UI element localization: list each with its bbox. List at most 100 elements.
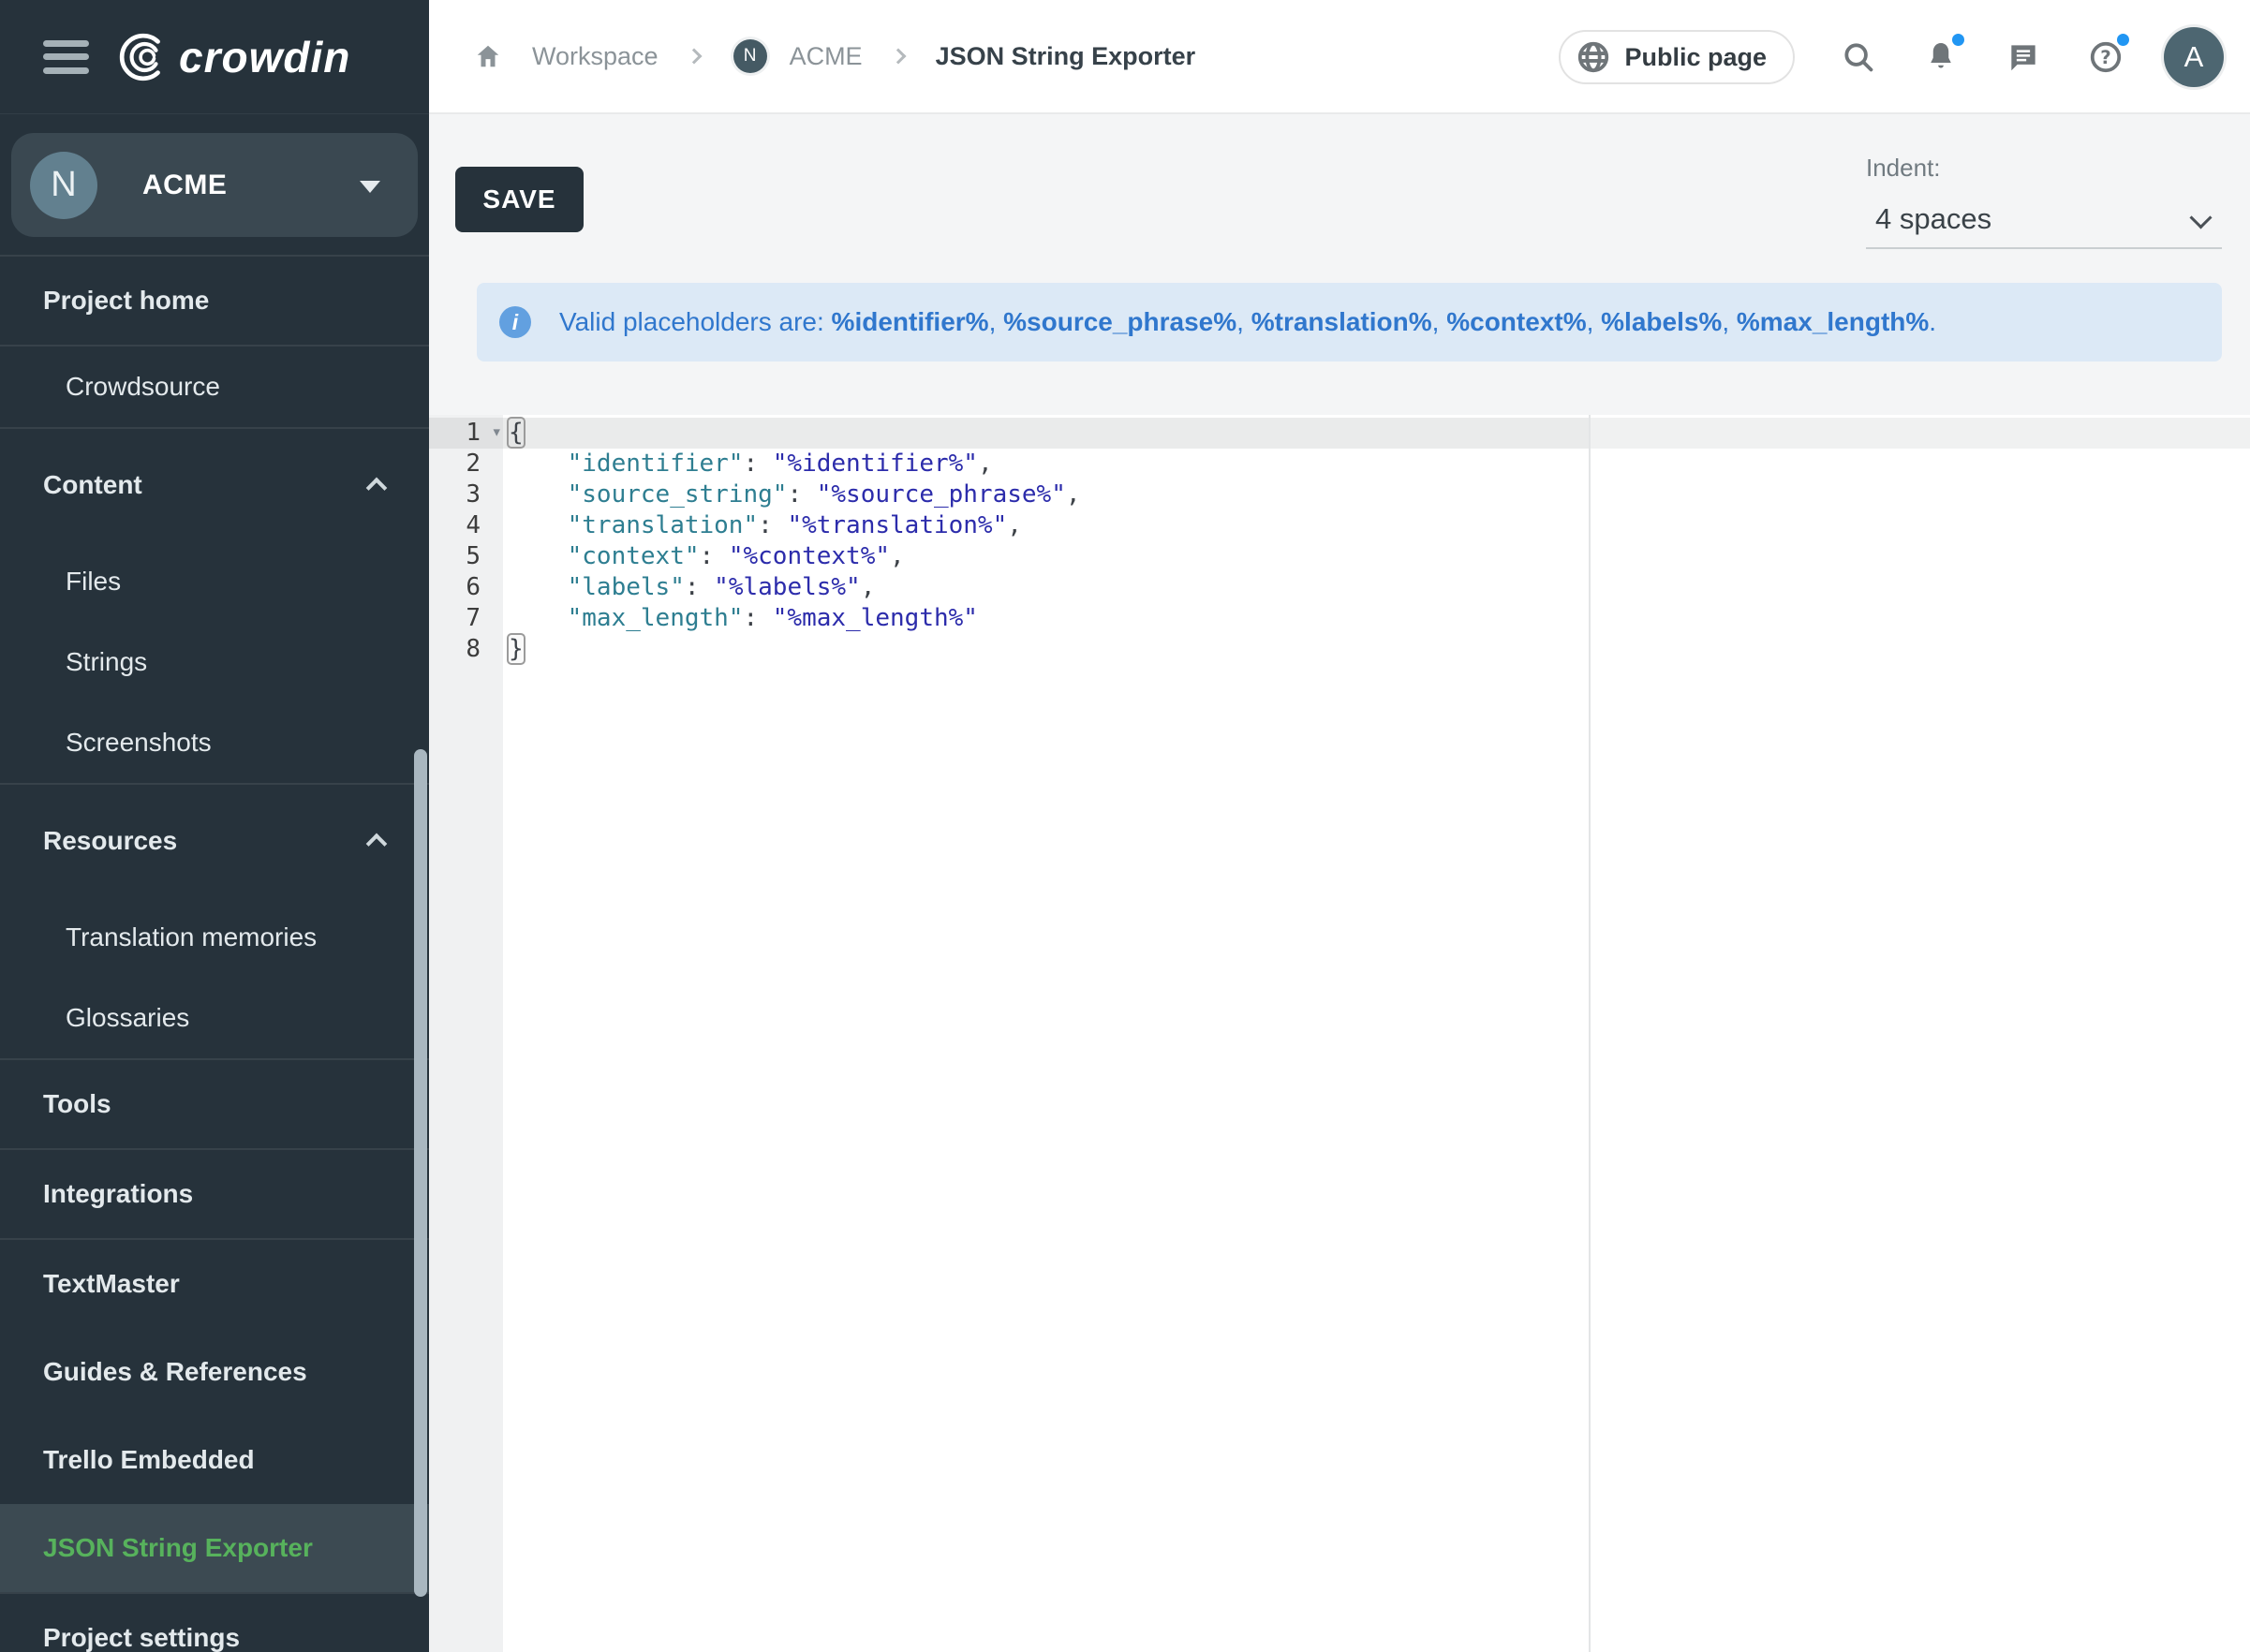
- fold-caret-icon[interactable]: ▾: [492, 417, 502, 448]
- topbar-actions: Public page: [1559, 0, 2224, 114]
- code-token-p: :: [685, 573, 714, 601]
- banner-text: Valid placeholders are: %identifier%, %s…: [559, 307, 1936, 337]
- home-icon[interactable]: [474, 42, 502, 70]
- sidebar-item-files[interactable]: Files: [0, 541, 429, 622]
- sidebar-item-textmaster[interactable]: TextMaster: [0, 1240, 429, 1328]
- org-switcher[interactable]: N ACME: [11, 133, 418, 237]
- code-line[interactable]: "max_length": "%max_length%": [503, 603, 2250, 634]
- banner-prefix: Valid placeholders are:: [559, 307, 824, 336]
- line-number: 4: [429, 510, 503, 541]
- sidebar-item-label: Project settings: [43, 1623, 240, 1652]
- sidebar-item-integrations[interactable]: Integrations: [0, 1150, 429, 1238]
- sidebar-item-label: Files: [66, 567, 121, 597]
- info-icon: i: [499, 306, 531, 338]
- sidebar-scrollbar-thumb[interactable]: [414, 749, 427, 1597]
- main-content: SAVE Indent: 4 spaces i Valid placeholde…: [429, 114, 2250, 1652]
- code-token-key: "max_length": [568, 604, 744, 632]
- breadcrumb: Workspace N ACME JSON String Exporter: [429, 39, 1195, 73]
- sidebar-item-project-home[interactable]: Project home: [0, 257, 429, 345]
- search-button[interactable]: [1840, 38, 1877, 76]
- public-page-label: Public page: [1624, 43, 1767, 72]
- sidebar-item-glossaries[interactable]: Glossaries: [0, 978, 429, 1058]
- sidebar-item-tools[interactable]: Tools: [0, 1060, 429, 1148]
- code-token-str: "%translation%": [787, 511, 1007, 539]
- crowdin-logo[interactable]: crowdin: [115, 30, 350, 84]
- chevron-up-icon: [366, 478, 388, 499]
- placeholder-token: %identifier%: [832, 307, 989, 336]
- sidebar-item-guides-references[interactable]: Guides & References: [0, 1328, 429, 1416]
- app: crowdin N ACME Project home Crowdsource Co…: [0, 0, 2250, 1652]
- crowdin-logo-text: crowdin: [179, 32, 350, 82]
- user-avatar[interactable]: A: [2164, 27, 2224, 87]
- notifications-button[interactable]: [1922, 38, 1960, 76]
- sidebar-item-label: Crowdsource: [66, 372, 220, 402]
- code-token-p: [509, 480, 568, 509]
- code-token-str: "%max_length%": [773, 604, 978, 632]
- sidebar-item-resources[interactable]: Resources: [0, 785, 429, 897]
- project-badge[interactable]: N: [733, 39, 767, 73]
- indent-select[interactable]: 4 spaces: [1866, 197, 2222, 249]
- sidebar-item-json-string-exporter[interactable]: JSON String Exporter: [0, 1504, 429, 1592]
- code-token-p: :: [787, 480, 816, 509]
- chevron-up-icon: [366, 833, 388, 855]
- sidebar-item-project-settings[interactable]: Project settings: [0, 1594, 429, 1652]
- code-editor[interactable]: 1▾2345678 { "identifier": "%identifier%"…: [429, 415, 2250, 1652]
- sidebar-item-content[interactable]: Content: [0, 429, 429, 541]
- code-token-str: "%identifier%": [773, 450, 978, 478]
- notification-dot: [2114, 31, 2132, 49]
- hamburger-menu-icon[interactable]: [43, 40, 89, 74]
- code-token-p: ,: [1007, 511, 1022, 539]
- placeholder-token: %source_phrase%: [1003, 307, 1236, 336]
- sidebar-item-label: Screenshots: [66, 728, 212, 758]
- sidebar-item-crowdsource[interactable]: Crowdsource: [0, 347, 429, 427]
- sidebar-item-strings[interactable]: Strings: [0, 622, 429, 702]
- chevron-right-icon: [890, 49, 906, 65]
- crowdin-swoosh-icon: [115, 30, 170, 84]
- editor-gutter-numbers: 1▾2345678: [429, 418, 503, 665]
- breadcrumb-project[interactable]: ACME: [790, 42, 863, 71]
- code-token-p: ,: [1066, 480, 1081, 509]
- code-line[interactable]: }: [503, 634, 2250, 665]
- code-line[interactable]: "identifier": "%identifier%",: [503, 449, 2250, 479]
- messages-button[interactable]: [2005, 38, 2042, 76]
- sidebar-item-trello-embedded[interactable]: Trello Embedded: [0, 1416, 429, 1504]
- code-token-str: "%source_phrase%": [817, 480, 1066, 509]
- code-line[interactable]: "context": "%context%",: [503, 541, 2250, 572]
- line-number: 7: [429, 603, 503, 634]
- code-token-p: ,: [861, 573, 876, 601]
- code-token-key: "context": [568, 542, 700, 570]
- sidebar-item-label: TextMaster: [43, 1269, 180, 1299]
- sidebar: crowdin N ACME Project home Crowdsource Co…: [0, 0, 429, 1652]
- code-token-p: :: [743, 450, 772, 478]
- sidebar-item-label: Trello Embedded: [43, 1445, 255, 1475]
- line-number: 5: [429, 541, 503, 572]
- public-page-button[interactable]: Public page: [1559, 30, 1795, 84]
- sidebar-item-translation-memories[interactable]: Translation memories: [0, 897, 429, 978]
- code-token-p: ,: [890, 542, 905, 570]
- placeholder-token: %translation%: [1251, 307, 1432, 336]
- code-line[interactable]: "labels": "%labels%",: [503, 572, 2250, 603]
- line-number: 1▾: [429, 418, 503, 449]
- sidebar-item-label: Tools: [43, 1089, 111, 1119]
- chevron-down-icon: [2189, 206, 2212, 229]
- sidebar-item-label: JSON String Exporter: [43, 1533, 313, 1563]
- sidebar-item-screenshots[interactable]: Screenshots: [0, 702, 429, 783]
- info-banner: i Valid placeholders are: %identifier%, …: [477, 283, 2222, 361]
- notification-dot: [1949, 31, 1967, 49]
- topbar: Workspace N ACME JSON String Exporter Pu…: [429, 0, 2250, 114]
- code-token-key: "source_string": [568, 480, 788, 509]
- code-line[interactable]: {: [503, 418, 2250, 449]
- save-button[interactable]: SAVE: [455, 167, 584, 232]
- code-line[interactable]: "source_string": "%source_phrase%",: [503, 479, 2250, 510]
- code-token-p: [509, 573, 568, 601]
- help-button[interactable]: ?: [2087, 38, 2124, 76]
- code-token-str: "%labels%": [714, 573, 861, 601]
- placeholder-token: %labels%: [1601, 307, 1722, 336]
- breadcrumb-workspace[interactable]: Workspace: [532, 42, 659, 71]
- code-token-brace: {: [507, 417, 525, 449]
- code-token-brace: }: [507, 633, 525, 665]
- sidebar-item-label: Content: [43, 470, 142, 500]
- code-line[interactable]: "translation": "%translation%",: [503, 510, 2250, 541]
- search-icon: [1841, 39, 1876, 75]
- editor-code-lines[interactable]: { "identifier": "%identifier%", "source_…: [503, 418, 2250, 665]
